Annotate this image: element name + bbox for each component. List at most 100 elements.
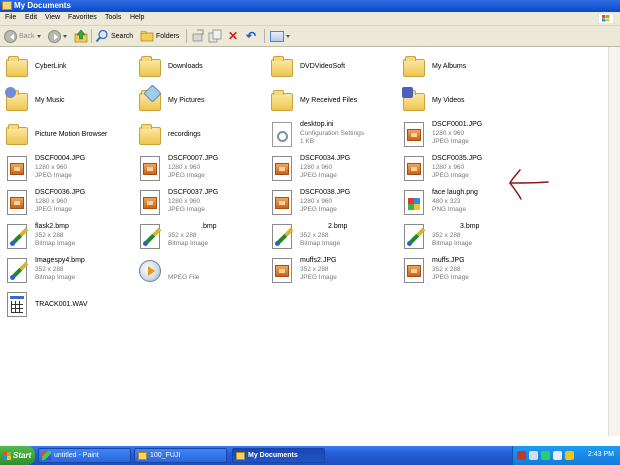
- list-item[interactable]: CyberLink: [0, 51, 128, 83]
- folder-icon: [6, 56, 28, 77]
- up-folder-button[interactable]: [74, 28, 88, 44]
- chevron-down-icon[interactable]: [36, 34, 41, 38]
- windows-logo-icon: [598, 13, 614, 24]
- item-name: DSCF0001.JPG: [432, 121, 483, 128]
- back-arrow-icon: [4, 29, 17, 43]
- item-detail: 352 x 288: [432, 266, 461, 273]
- item-name: DSCF0007.JPG: [168, 155, 219, 162]
- file-list: CyberLink Downloads DVDVideoSoft My Albu…: [0, 47, 608, 436]
- menu-help[interactable]: Help: [130, 14, 144, 21]
- menu-favorites[interactable]: Favorites: [68, 14, 97, 21]
- item-name: DSCF0035.JPG: [432, 155, 483, 162]
- list-item[interactable]: desktop.ini Configuration Settings 1 KB: [265, 119, 393, 151]
- back-button[interactable]: Back: [4, 28, 41, 44]
- item-detail: 1280 x 960: [168, 198, 201, 205]
- delete-button[interactable]: ✕: [228, 28, 238, 44]
- menu-tools[interactable]: Tools: [105, 14, 121, 21]
- tray-icon[interactable]: [541, 451, 550, 460]
- item-name: My Music: [35, 97, 65, 104]
- item-name: 2.bmp: [328, 223, 348, 230]
- item-name: Downloads: [168, 63, 203, 70]
- folder-icon: [138, 451, 147, 460]
- list-item[interactable]: DSCF0001.JPG 1280 x 960 JPEG Image: [397, 119, 525, 151]
- forward-button[interactable]: [48, 28, 67, 44]
- jpeg-image-icon: [404, 156, 424, 181]
- list-item[interactable]: .bmp 352 x 288 Bitmap Image: [133, 221, 261, 253]
- list-item[interactable]: My Albums: [397, 51, 525, 83]
- item-detail: JPEG Image: [300, 274, 337, 281]
- taskbar: Start untitled - Paint 100_FUJI My Docum…: [0, 446, 620, 465]
- list-item[interactable]: DSCF0007.JPG 1280 x 960 JPEG Image: [133, 153, 261, 185]
- list-item[interactable]: muffs2.JPG 352 x 288 JPEG Image: [265, 255, 393, 287]
- list-item[interactable]: muffs.JPG 352 x 288 JPEG Image: [397, 255, 525, 287]
- list-item[interactable]: Downloads: [133, 51, 261, 83]
- list-item[interactable]: My Music: [0, 85, 128, 117]
- list-item[interactable]: My Pictures: [133, 84, 261, 117]
- item-detail: 1280 x 960: [432, 164, 465, 171]
- folders-button[interactable]: Folders: [140, 28, 179, 44]
- list-item[interactable]: DSCF0036.JPG 1280 x 960 JPEG Image: [0, 187, 128, 219]
- item-detail: 1280 x 960: [168, 164, 201, 171]
- taskbar-item-paint[interactable]: untitled - Paint: [38, 448, 131, 463]
- item-detail: 352 x 288: [35, 232, 64, 239]
- list-item[interactable]: DVDVideoSoft: [265, 51, 393, 83]
- list-item[interactable]: DSCF0034.JPG 1280 x 960 JPEG Image: [265, 153, 393, 185]
- bitmap-image-icon: [7, 258, 29, 283]
- copy-to-icon: [208, 29, 222, 43]
- list-item[interactable]: 2.bmp 352 x 288 Bitmap Image: [265, 221, 393, 253]
- delete-x-icon: ✕: [228, 29, 239, 43]
- list-item[interactable]: DSCF0037.JPG 1280 x 960 JPEG Image: [133, 187, 261, 219]
- list-item[interactable]: DSCF0004.JPG 1280 x 960 JPEG Image: [0, 153, 128, 185]
- item-detail: Bitmap Image: [168, 240, 209, 247]
- list-item[interactable]: Picture Motion Browser: [0, 119, 128, 151]
- title-bar[interactable]: My Documents: [0, 0, 620, 12]
- item-detail: Bitmap Image: [35, 274, 76, 281]
- forward-arrow-icon: [48, 29, 61, 43]
- copy-to-button[interactable]: [208, 28, 222, 44]
- vertical-scrollbar[interactable]: [608, 47, 620, 436]
- item-name: Picture Motion Browser: [35, 131, 108, 138]
- list-item[interactable]: recordings: [133, 119, 261, 151]
- taskbar-item-folder[interactable]: 100_FUJI: [134, 448, 227, 463]
- list-item[interactable]: My Received Files: [265, 85, 393, 117]
- item-detail: JPEG Image: [432, 172, 469, 179]
- jpeg-image-icon: [140, 190, 160, 215]
- list-item[interactable]: 3.bmp 352 x 288 Bitmap Image: [397, 221, 525, 253]
- folder-icon: [403, 56, 425, 77]
- clock[interactable]: 2:43 PM: [588, 451, 614, 458]
- tray-icon[interactable]: [565, 451, 574, 460]
- menu-file[interactable]: File: [5, 14, 16, 21]
- move-to-button[interactable]: [191, 28, 205, 44]
- list-item[interactable]: flask2.bmp 352 x 288 Bitmap Image: [0, 221, 128, 253]
- list-item[interactable]: Imagespy4.bmp 352 x 288 Bitmap Image: [0, 255, 128, 287]
- item-name: recordings: [168, 131, 201, 138]
- chevron-down-icon[interactable]: [63, 34, 67, 38]
- item-name: CyberLink: [35, 63, 67, 70]
- list-item[interactable]: My Videos: [397, 85, 525, 117]
- menu-view[interactable]: View: [45, 14, 60, 21]
- item-detail: JPEG Image: [432, 274, 469, 281]
- search-icon: [95, 29, 108, 43]
- chevron-down-icon[interactable]: [286, 34, 290, 38]
- window-title: My Documents: [14, 1, 71, 10]
- jpeg-image-icon: [7, 190, 27, 215]
- taskbar-item-my-documents[interactable]: My Documents: [232, 448, 325, 463]
- wave-audio-icon: [7, 292, 27, 317]
- folders-icon: [140, 31, 154, 42]
- toolbar-separator: [91, 29, 92, 43]
- network-icon[interactable]: [529, 451, 538, 460]
- views-button[interactable]: [270, 28, 290, 44]
- film-icon: [402, 87, 413, 98]
- task-label: 100_FUJI: [150, 452, 181, 459]
- tray-icon[interactable]: [517, 451, 526, 460]
- start-button[interactable]: Start: [0, 446, 35, 465]
- toolbar: Back Search Folders ✕ ↶: [0, 26, 620, 47]
- list-item[interactable]: TRACK001.WAV: [0, 289, 128, 321]
- volume-icon[interactable]: [553, 451, 562, 460]
- search-button[interactable]: Search: [95, 28, 133, 44]
- menu-edit[interactable]: Edit: [25, 14, 37, 21]
- list-item[interactable]: MPEG File: [133, 255, 261, 287]
- list-item[interactable]: DSCF0038.JPG 1280 x 960 JPEG Image: [265, 187, 393, 219]
- item-name: My Albums: [432, 63, 467, 70]
- undo-button[interactable]: ↶: [246, 28, 256, 44]
